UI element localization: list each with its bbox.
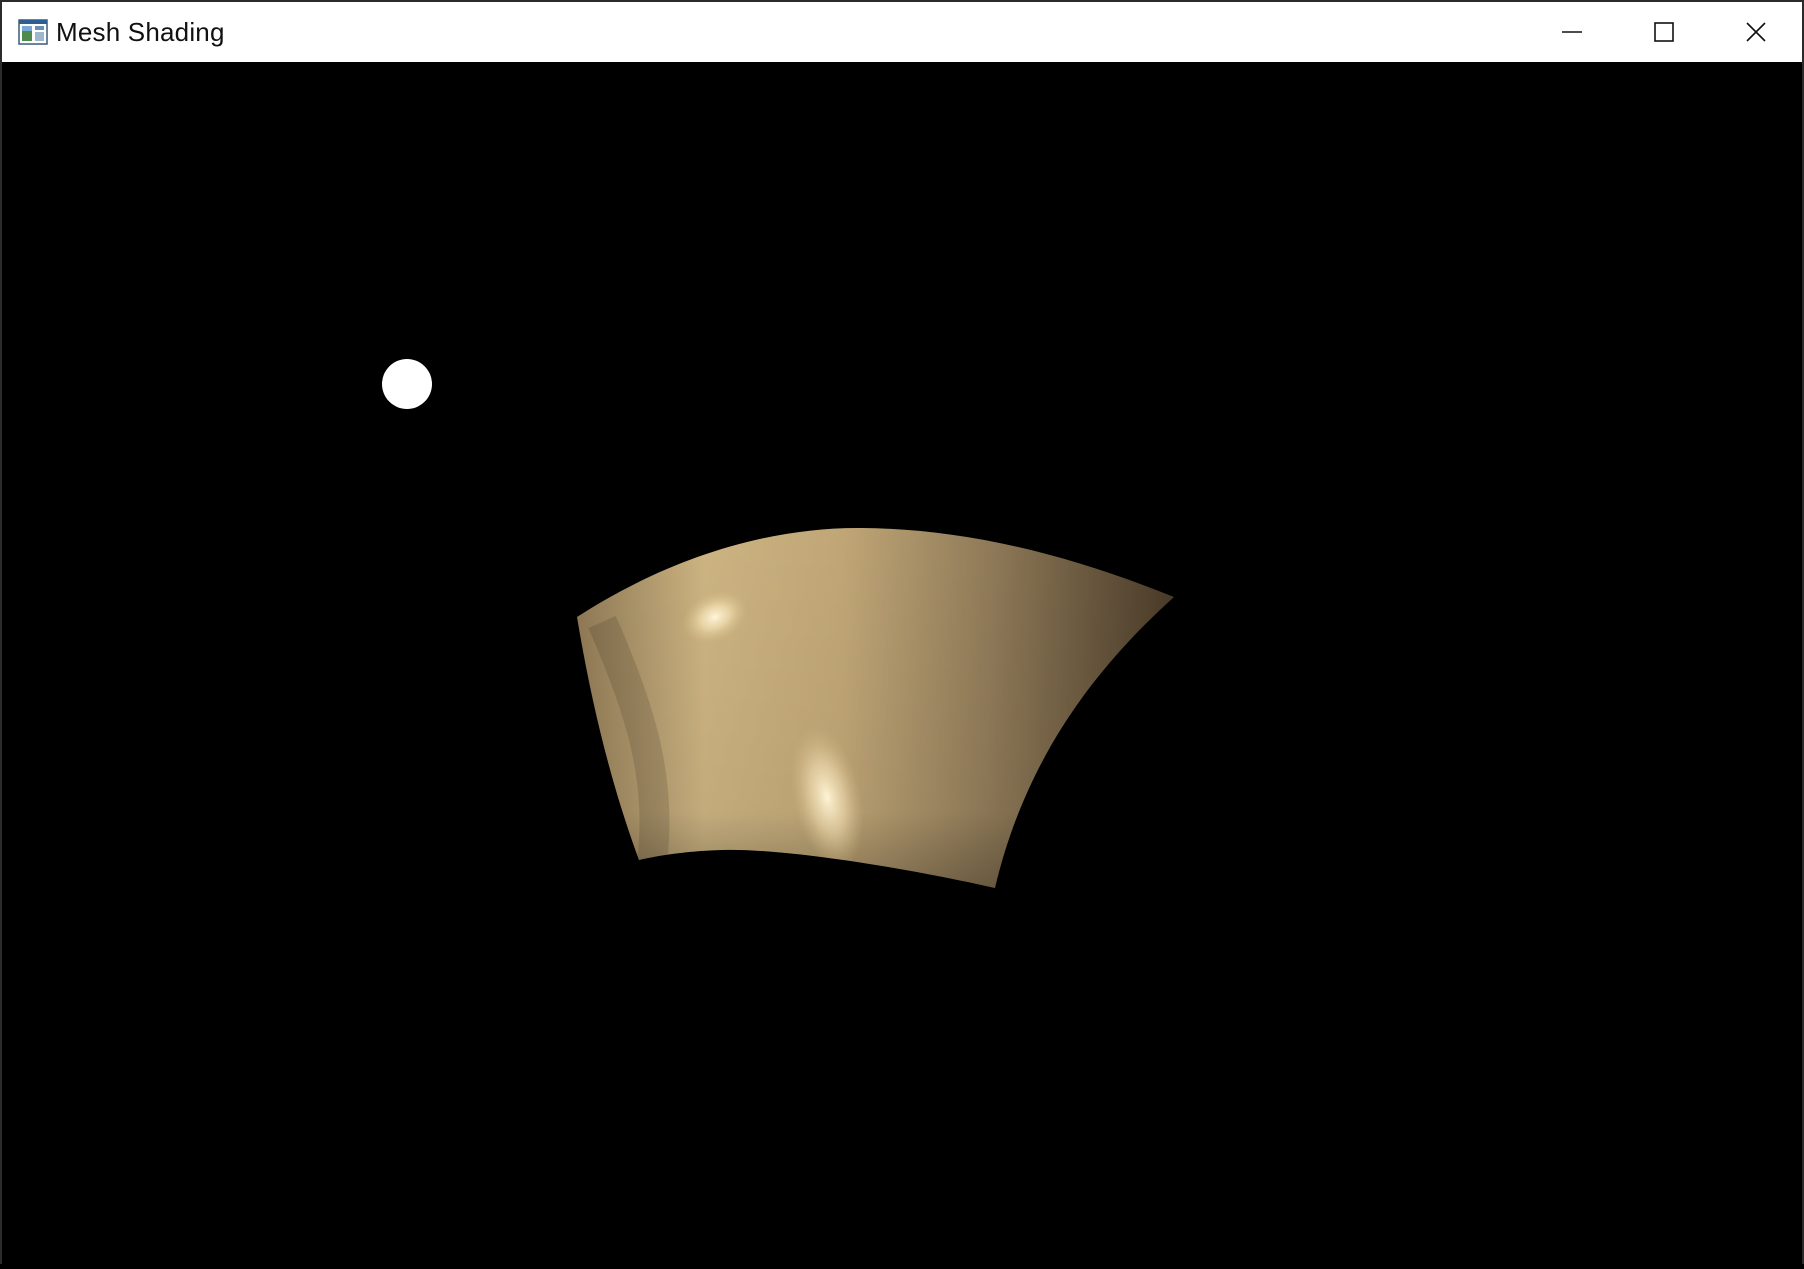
app-window: Mesh Shading bbox=[0, 0, 1804, 1264]
window-app-icon[interactable] bbox=[18, 17, 48, 47]
shaded-mesh-surface bbox=[577, 527, 1174, 888]
window-title: Mesh Shading bbox=[56, 16, 225, 47]
maximize-button[interactable] bbox=[1618, 2, 1710, 62]
title-bar[interactable]: Mesh Shading bbox=[2, 2, 1802, 62]
light-source-marker bbox=[382, 359, 432, 409]
window-controls bbox=[1526, 2, 1802, 62]
maximize-icon bbox=[1654, 22, 1674, 42]
scene-canvas bbox=[382, 359, 1174, 888]
minimize-button[interactable] bbox=[1526, 2, 1618, 62]
minimize-icon bbox=[1562, 31, 1582, 33]
close-button[interactable] bbox=[1710, 2, 1802, 62]
close-icon bbox=[1746, 22, 1766, 42]
render-viewport[interactable] bbox=[2, 62, 1802, 1264]
